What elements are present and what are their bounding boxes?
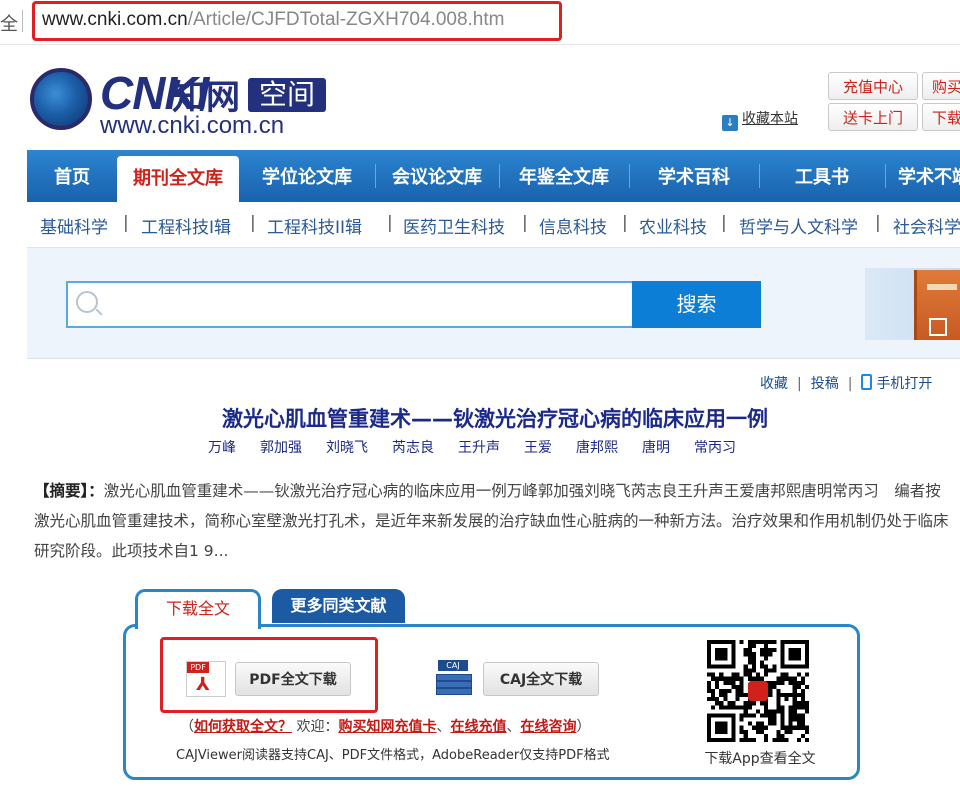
nav-item-encyclopedia[interactable]: 学术百科 <box>629 150 759 202</box>
online-consult-link[interactable]: 在线咨询 <box>520 719 576 735</box>
url-host: www.cnki.com.cn <box>42 9 188 30</box>
nav-item-conferences[interactable]: 会议论文库 <box>375 150 499 202</box>
recharge-center-button[interactable]: 充值中心 <box>828 72 918 100</box>
buy-button[interactable]: 购买 <box>922 72 960 100</box>
browser-divider <box>22 10 23 32</box>
bookmark-site-link[interactable]: ↓ 收藏本站 <box>722 108 798 131</box>
author-link[interactable]: 芮志良 <box>392 440 434 456</box>
article-actions: 收藏 | 投稿 | 手机打开 <box>760 373 932 393</box>
author-link[interactable]: 郭加强 <box>260 440 302 456</box>
url-path: /Article/CJFDTotal-ZGXH704.008.htm <box>187 9 505 30</box>
author-link[interactable]: 王爱 <box>524 440 552 456</box>
sub-nav: 基础科学 | 工程科技I辑 | 工程科技II辑 | 医药卫生科技 | 信息科技 … <box>27 203 960 248</box>
pdf-icon-tag: PDF <box>187 662 209 673</box>
qr-code-icon <box>707 640 809 742</box>
search-input[interactable] <box>108 284 632 326</box>
subnav-item-medicine[interactable]: 医药卫生科技 <box>403 213 505 238</box>
subnav-item-engineering-2[interactable]: 工程科技II辑 <box>267 213 362 238</box>
subnav-divider: | <box>721 213 727 233</box>
abstract-text: 激光心肌血管重建术——钬激光治疗冠心病的临床应用一例万峰郭加强刘晓飞芮志良王升声… <box>34 482 949 560</box>
abstract: 【摘要】：激光心肌血管重建术——钬激光治疗冠心病的临床应用一例万峰郭加强刘晓飞芮… <box>34 476 954 566</box>
author-link[interactable]: 唐明 <box>642 440 670 456</box>
author-link[interactable]: 常丙习 <box>694 440 736 456</box>
nav-item-yearbooks[interactable]: 年鉴全文库 <box>499 150 629 202</box>
tab-more-similar[interactable]: 更多同类文献 <box>272 589 405 623</box>
subnav-item-it[interactable]: 信息科技 <box>539 213 607 238</box>
subnav-divider: | <box>622 213 628 233</box>
author-link[interactable]: 王升声 <box>458 440 500 456</box>
author-link[interactable]: 万峰 <box>208 440 236 456</box>
subnav-divider: | <box>522 213 528 233</box>
author-link[interactable]: 刘晓飞 <box>326 440 368 456</box>
search-icon <box>76 291 98 313</box>
book-cover-icon <box>914 270 960 340</box>
subnav-item-agriculture[interactable]: 农业科技 <box>639 213 707 238</box>
subnav-item-social-science[interactable]: 社会科学 <box>893 213 960 238</box>
action-divider: | <box>797 376 802 392</box>
format-note: CAJViewer阅读器支持CAJ、PDF文件格式，AdobeReader仅支持… <box>176 748 610 763</box>
pdf-download-button[interactable]: PDF全文下载 <box>235 662 351 696</box>
nav-divider <box>885 164 886 188</box>
browser-left-fragment: 全 <box>0 14 18 35</box>
abstract-label: 【摘要】： <box>34 482 104 500</box>
qr-label: 下载App查看全文 <box>704 751 816 767</box>
online-recharge-link[interactable]: 在线充值 <box>450 719 506 735</box>
caj-icon-tag: CAJ <box>438 660 468 671</box>
buy-card-link[interactable]: 购买知网充值卡 <box>338 719 436 735</box>
subnav-divider: | <box>250 213 256 233</box>
card-delivery-button[interactable]: 送卡上门 <box>828 103 918 131</box>
nav-item-misconduct[interactable]: 学术不端 <box>889 150 960 202</box>
caj-icon: CAJ <box>436 660 472 698</box>
tab-download-full[interactable]: 下载全文 <box>135 589 261 629</box>
address-field[interactable]: www.cnki.com.cn/Article/CJFDTotal-ZGXH70… <box>42 9 504 31</box>
nav-item-home[interactable]: 首页 <box>27 150 117 202</box>
caj-download-button[interactable]: CAJ全文下载 <box>483 662 599 696</box>
collect-link[interactable]: 收藏 <box>760 376 788 392</box>
main-nav: 首页 期刊全文库 学位论文库 会议论文库 年鉴全文库 学术百科 工具书 学术不端 <box>27 150 960 206</box>
subnav-divider: | <box>123 213 129 233</box>
nav-item-theses[interactable]: 学位论文库 <box>239 150 375 202</box>
submit-link[interactable]: 投稿 <box>811 376 839 392</box>
nav-item-journals[interactable]: 期刊全文库 <box>117 156 239 206</box>
mobile-open-link[interactable]: 手机打开 <box>876 376 932 392</box>
purchase-links: （如何获取全文？ 欢迎：购买知网充值卡、在线充值、在线咨询） <box>180 719 591 735</box>
globe-logo-icon <box>30 68 92 130</box>
search-button[interactable]: 搜索 <box>632 281 761 328</box>
author-link[interactable]: 唐邦熙 <box>576 440 618 456</box>
how-to-get-link[interactable]: 如何获取全文？ <box>194 719 292 735</box>
logo-url: www.cnki.com.cn <box>100 112 285 139</box>
subnav-item-humanities[interactable]: 哲学与人文科学 <box>739 213 858 238</box>
author-list: 万峰 郭加强 刘晓飞 芮志良 王升声 王爱 唐邦熙 唐明 常丙习 <box>208 437 760 457</box>
bookmark-site-label: 收藏本站 <box>742 111 798 127</box>
pdf-icon: PDF ⅄ <box>186 661 226 697</box>
subnav-item-engineering-1[interactable]: 工程科技I辑 <box>141 213 231 238</box>
save-icon: ↓ <box>722 115 738 131</box>
nav-item-reference-books[interactable]: 工具书 <box>759 150 885 202</box>
logo-zone: 空间 <box>248 78 326 112</box>
phone-icon <box>861 374 873 390</box>
article-title: 激光心肌血管重建术——钬激光治疗冠心病的临床应用一例 <box>222 407 768 431</box>
action-divider: | <box>847 376 853 392</box>
subnav-divider: | <box>387 213 393 233</box>
subnav-item-basic-science[interactable]: 基础科学 <box>40 213 108 238</box>
subnav-divider: | <box>875 213 881 233</box>
download-button-top[interactable]: 下载 <box>922 103 960 131</box>
